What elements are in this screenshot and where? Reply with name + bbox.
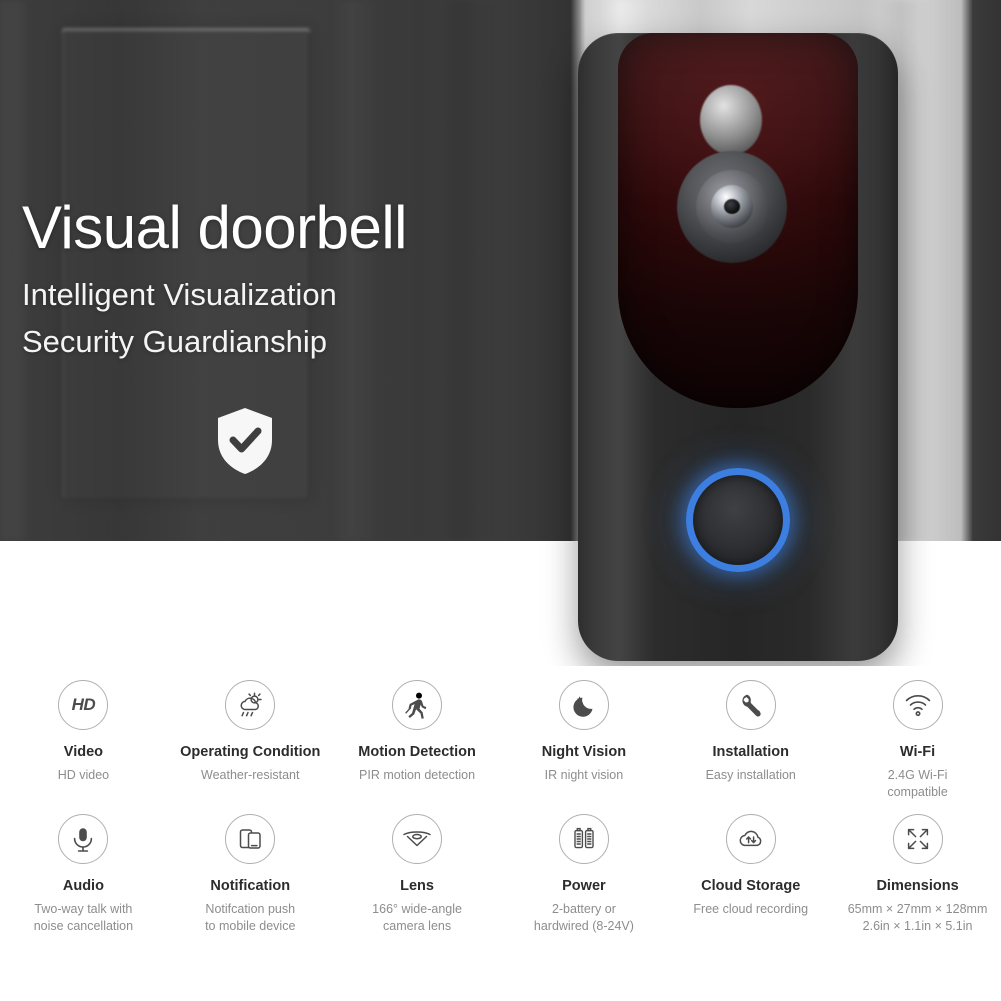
microphone-icon — [58, 814, 109, 865]
motion-sensor-dome — [700, 85, 762, 155]
feature-title: Installation — [712, 744, 789, 760]
doorbell-button[interactable] — [686, 468, 790, 572]
feature-notification: Notification Notifcation push to mobile … — [167, 800, 334, 934]
feature-video: HD Video HD video — [0, 666, 167, 800]
feature-grid: HD Video HD video Operating Condition We… — [0, 666, 1001, 1001]
shield-check-icon — [214, 406, 276, 476]
feature-motion-detection: Motion Detection PIR motion detection — [334, 666, 501, 800]
battery-pair-icon — [558, 814, 609, 865]
feature-cloud-storage: Cloud Storage Free cloud recording — [667, 800, 834, 934]
lens-pupil — [724, 199, 740, 214]
feature-audio: Audio Two-way talk with noise cancellati… — [0, 800, 167, 934]
hero-subtitle-line-2: Security Guardianship — [22, 324, 327, 360]
moon-stars-icon — [558, 680, 609, 730]
feature-desc: Notifcation push to mobile device — [205, 902, 296, 933]
feature-title: Dimensions — [876, 878, 959, 895]
feature-title: Wi-Fi — [899, 744, 936, 760]
feature-row-2: Audio Two-way talk with noise cancellati… — [0, 800, 1001, 934]
walking-person-icon — [392, 680, 443, 730]
feature-desc: PIR motion detection — [359, 768, 476, 782]
lens-mid-ring — [696, 170, 768, 243]
feature-title: Audio — [62, 878, 104, 895]
feature-operating-condition: Operating Condition Weather-resistant — [167, 666, 334, 800]
cloud-sync-icon — [725, 814, 776, 865]
feature-title: Notification — [210, 878, 291, 895]
hero-subtitle: Intelligent Visualization Security Guard… — [22, 271, 407, 366]
hd-icon: HD — [58, 680, 109, 730]
wide-angle-lens-icon — [392, 814, 443, 865]
wifi-icon — [892, 680, 943, 730]
feature-lens: Lens 166° wide-angle camera lens — [334, 800, 501, 934]
feature-title: Night Vision — [541, 744, 627, 760]
feature-wifi: Wi-Fi 2.4G Wi-Fi compatible — [834, 666, 1001, 800]
feature-desc: Free cloud recording — [693, 902, 809, 917]
video-doorbell-device — [578, 33, 898, 661]
feature-desc: Weather-resistant — [201, 768, 300, 782]
feature-row-1: HD Video HD video Operating Condition We… — [0, 666, 1001, 800]
feature-desc: IR night vision — [544, 768, 624, 782]
page-title: Visual doorbell — [22, 194, 408, 261]
feature-dimensions: Dimensions 65mm × 27mm × 128mm 2.6in × 1… — [834, 800, 1001, 934]
feature-title: Lens — [400, 878, 434, 895]
feature-desc: 2.4G Wi-Fi compatible — [887, 768, 948, 799]
expand-arrows-icon — [892, 814, 943, 865]
feature-desc: 65mm × 27mm × 128mm 2.6in × 1.1in × 5.1i… — [847, 902, 988, 933]
feature-installation: Installation Easy installation — [667, 666, 834, 800]
hero-subtitle-line-1: Intelligent Visualization — [22, 277, 337, 312]
feature-desc: Two-way talk with noise cancellation — [33, 902, 134, 933]
feature-desc: Easy installation — [705, 768, 796, 782]
feature-title: Operating Condition — [180, 744, 321, 760]
feature-desc: HD video — [57, 768, 110, 782]
feature-title: Power — [562, 878, 606, 895]
weather-sun-rain-icon — [225, 680, 276, 730]
feature-power: Power 2-battery or hardwired (8-24V) — [500, 800, 667, 934]
feature-title: Motion Detection — [358, 744, 476, 760]
feature-desc: 2-battery or hardwired (8-24V) — [533, 902, 634, 933]
camera-lens — [677, 151, 787, 263]
lens-glass — [711, 185, 753, 228]
feature-title: Cloud Storage — [701, 878, 801, 895]
feature-desc: 166° wide-angle camera lens — [372, 902, 462, 933]
feature-title: Video — [63, 744, 104, 760]
hero-text-block: Visual doorbell Intelligent Visualizatio… — [22, 194, 408, 366]
feature-night-vision: Night Vision IR night vision — [500, 666, 667, 800]
wrench-icon — [725, 680, 776, 730]
mobile-devices-icon — [225, 814, 276, 865]
